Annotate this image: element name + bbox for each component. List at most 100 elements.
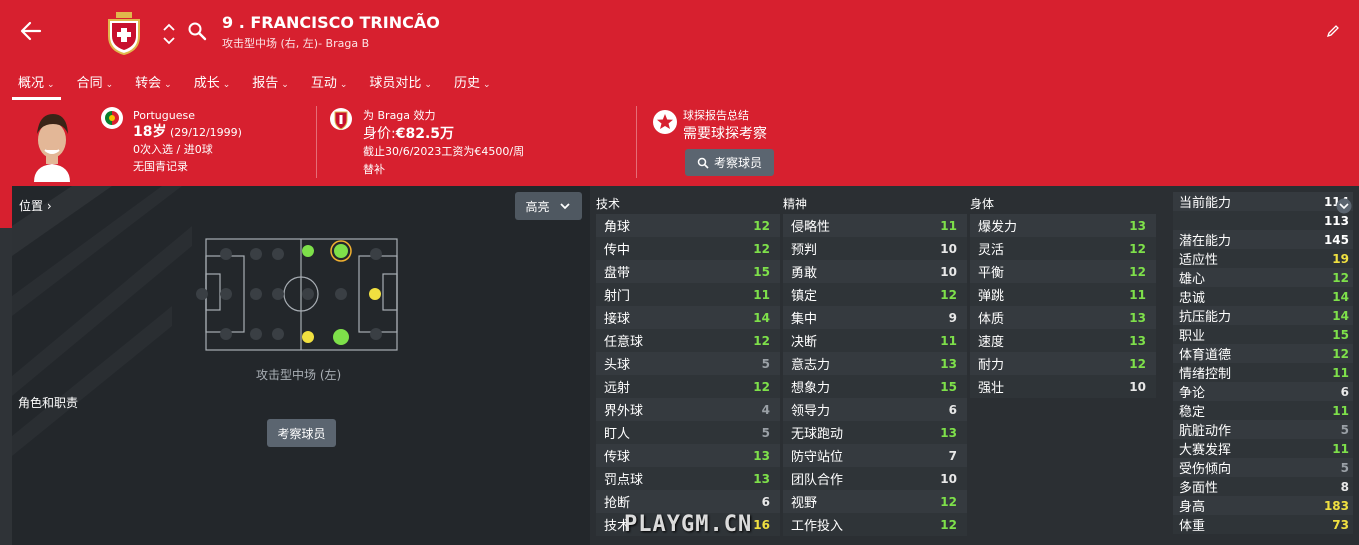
attribute-name: 界外球 [604, 404, 644, 419]
ability-row[interactable]: 情绪控制 11 [1173, 363, 1353, 382]
attribute-name: 身高 [1179, 500, 1206, 515]
scout-player-button[interactable]: 考察球员 [685, 149, 774, 176]
mental-attribute-row[interactable]: 意志力 13 [783, 352, 967, 375]
back-arrow-icon[interactable] [20, 20, 42, 42]
ability-row[interactable]: 当前能力 114 [1173, 192, 1353, 211]
ability-row[interactable]: 职业 15 [1173, 325, 1353, 344]
mental-attribute-row[interactable]: 团队合作 10 [783, 467, 967, 490]
technical-attribute-row[interactable]: 任意球 12 [596, 329, 780, 352]
mental-attribute-row[interactable]: 想象力 15 [783, 375, 967, 398]
technical-attribute-row[interactable]: 传球 13 [596, 444, 780, 467]
ability-row[interactable]: 稳定 11 [1173, 401, 1353, 420]
mental-attribute-row[interactable]: 视野 12 [783, 490, 967, 513]
mental-attribute-row[interactable]: 集中 9 [783, 306, 967, 329]
tab-development[interactable]: 成长 ⌄ [188, 70, 237, 98]
physical-attribute-row[interactable]: 平衡 12 [970, 260, 1156, 283]
chevron-down-icon: ⌄ [47, 80, 55, 90]
attribute-name: 头球 [604, 358, 631, 373]
physical-attribute-row[interactable]: 灵活 12 [970, 237, 1156, 260]
attribute-name: 体质 [978, 312, 1005, 327]
technical-attribute-row[interactable]: 界外球 4 [596, 398, 780, 421]
ability-row[interactable]: 肮脏动作 5 [1173, 420, 1353, 439]
ability-row[interactable]: 潜在能力 145 [1173, 230, 1353, 249]
tab-overview[interactable]: 概况 ⌄ [12, 70, 61, 100]
attribute-name: 领导力 [791, 404, 831, 419]
technical-attribute-row[interactable]: 射门 11 [596, 283, 780, 306]
ability-row[interactable]: 多面性 8 [1173, 477, 1353, 496]
attribute-value: 183 [1323, 498, 1349, 513]
ability-row[interactable]: 忠诚 14 [1173, 287, 1353, 306]
ability-row[interactable]: 抗压能力 14 [1173, 306, 1353, 325]
technical-attribute-row[interactable]: 头球 5 [596, 352, 780, 375]
attribute-name: 集中 [791, 312, 818, 327]
attribute-value: 113 [1323, 213, 1349, 228]
technical-attribute-row[interactable]: 罚点球 13 [596, 467, 780, 490]
ability-row[interactable]: 雄心 12 [1173, 268, 1353, 287]
physical-attribute-row[interactable]: 强壮 10 [970, 375, 1156, 398]
scroll-down-icon[interactable] [1336, 198, 1352, 214]
tab-transfer[interactable]: 转会 ⌄ [129, 70, 178, 98]
search-icon[interactable] [187, 21, 207, 41]
position-header[interactable]: 位置 › [19, 197, 52, 214]
technical-title: 技术 [596, 197, 621, 211]
ability-row[interactable]: 身高 183 [1173, 496, 1353, 515]
mental-attribute-row[interactable]: 领导力 6 [783, 398, 967, 421]
tab-interaction[interactable]: 互动 ⌄ [305, 70, 354, 98]
technical-attribute-row[interactable]: 传中 12 [596, 237, 780, 260]
player-prev-next-icon[interactable] [162, 22, 176, 46]
attribute-name: 盘带 [604, 266, 631, 281]
attribute-value: 11 [1129, 287, 1146, 302]
attribute-name: 决断 [791, 335, 818, 350]
attribute-name: 防守站位 [791, 450, 844, 465]
technical-attribute-row[interactable]: 接球 14 [596, 306, 780, 329]
physical-attribute-row[interactable]: 爆发力 13 [970, 214, 1156, 237]
technical-attribute-row[interactable]: 远射 12 [596, 375, 780, 398]
attribute-name: 盯人 [604, 427, 631, 442]
mental-attribute-row[interactable]: 勇敢 10 [783, 260, 967, 283]
tab-history[interactable]: 历史 ⌄ [448, 70, 497, 98]
header-edge [0, 186, 12, 228]
ability-row[interactable]: 体育道德 12 [1173, 344, 1353, 363]
ability-row[interactable]: 113 [1173, 211, 1353, 230]
attribute-value: 15 [940, 379, 957, 394]
ability-row[interactable]: 大赛发挥 11 [1173, 439, 1353, 458]
attribute-name: 任意球 [604, 335, 644, 350]
ability-row[interactable]: 适应性 19 [1173, 249, 1353, 268]
scout-title: 球探报告总结 [683, 109, 749, 122]
mental-attribute-row[interactable]: 工作投入 12 [783, 513, 967, 536]
youth-caps: 无国青记录 [133, 160, 188, 173]
tab-compare[interactable]: 球员对比 ⌄ [363, 70, 438, 98]
watermark-text: PLAYGM.CN [624, 512, 753, 537]
attribute-value: 13 [1129, 218, 1146, 233]
edit-pencil-icon[interactable] [1326, 24, 1340, 38]
scout-need: 需要球探考察 [683, 126, 767, 142]
attribute-value: 16 [753, 517, 770, 532]
mental-attribute-row[interactable]: 防守站位 7 [783, 444, 967, 467]
attribute-value: 12 [753, 379, 770, 394]
ability-row[interactable]: 争论 6 [1173, 382, 1353, 401]
technical-attribute-row[interactable]: 角球 12 [596, 214, 780, 237]
physical-attribute-row[interactable]: 弹跳 11 [970, 283, 1156, 306]
technical-attribute-row[interactable]: 抢断 6 [596, 490, 780, 513]
technical-attribute-row[interactable]: 盯人 5 [596, 421, 780, 444]
mental-attribute-row[interactable]: 预判 10 [783, 237, 967, 260]
ability-row[interactable]: 体重 73 [1173, 515, 1353, 534]
physical-attribute-row[interactable]: 速度 13 [970, 329, 1156, 352]
technical-attribute-row[interactable]: 盘带 15 [596, 260, 780, 283]
tab-contract[interactable]: 合同 ⌄ [71, 70, 120, 98]
mental-attribute-row[interactable]: 无球跑动 13 [783, 421, 967, 444]
physical-attribute-row[interactable]: 体质 13 [970, 306, 1156, 329]
physical-attribute-row[interactable]: 耐力 12 [970, 352, 1156, 375]
mental-attribute-row[interactable]: 镇定 12 [783, 283, 967, 306]
attribute-name: 潜在能力 [1179, 234, 1232, 249]
mental-attribute-row[interactable]: 决断 11 [783, 329, 967, 352]
attribute-name: 强壮 [978, 381, 1005, 396]
chevron-down-icon: ⌄ [105, 80, 114, 90]
highlight-dropdown[interactable]: 高亮 [515, 192, 582, 220]
tab-reports[interactable]: 报告 ⌄ [246, 70, 295, 98]
scout-player-button-2[interactable]: 考察球员 [267, 419, 336, 447]
ability-row[interactable]: 受伤倾向 5 [1173, 458, 1353, 477]
attribute-value: 12 [753, 241, 770, 256]
attribute-name: 速度 [978, 335, 1005, 350]
mental-attribute-row[interactable]: 侵略性 11 [783, 214, 967, 237]
